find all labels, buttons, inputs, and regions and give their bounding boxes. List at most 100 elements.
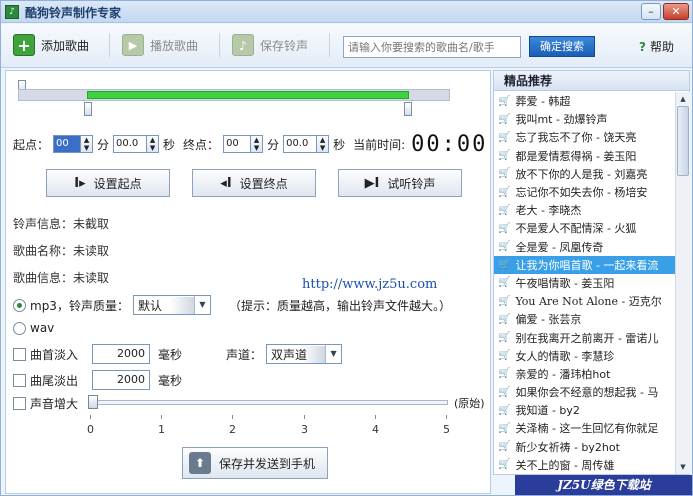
set-end-icon: ◂I [220, 175, 232, 191]
play-song-button[interactable]: ▶ 播放歌曲 [122, 32, 198, 58]
recommend-list-item[interactable]: 🛒 我知道 - by2 [494, 401, 675, 419]
plus-icon: + [13, 34, 35, 56]
volume-boost-checkbox[interactable] [13, 397, 26, 410]
spinner-arrows-icon[interactable]: ▲ ▼ [81, 135, 94, 153]
end-second-value[interactable]: 00.0 [283, 135, 318, 153]
recommend-list-item[interactable]: 🛒 让我为你唱首歌 - 一起来看流 [494, 255, 675, 274]
cart-icon[interactable]: 🛒 [498, 241, 510, 252]
recommend-list-item[interactable]: 🛒 偏爱 - 张芸京 [494, 310, 675, 328]
recommend-list-item[interactable]: 🛒 我叫mt - 劲爆铃声 [494, 110, 675, 128]
set-start-button[interactable]: I▸ 设置起点 [46, 169, 170, 197]
volume-slider-track[interactable] [88, 400, 448, 405]
slider-tick [232, 415, 233, 419]
timeline-track[interactable] [18, 89, 450, 101]
recommend-list-item[interactable]: 🛒 亲爱的 - 潘玮柏hot [494, 365, 675, 383]
cart-icon[interactable]: 🛒 [498, 387, 510, 398]
fade-out-input[interactable]: 2000 [92, 370, 150, 390]
start-marker-handle[interactable] [84, 102, 92, 116]
title-bar: ♪ 酷狗铃声制作专家 – ✕ [1, 1, 692, 23]
search-input[interactable] [343, 36, 521, 58]
recommend-list-item[interactable]: 🛒 全是爱 - 凤凰传奇 [494, 238, 675, 256]
recommend-list-item[interactable]: 🛒 不是爱人不配情深 - 火狐 [494, 219, 675, 237]
start-second-spinner[interactable]: 00.0 ▲ ▼ [113, 135, 160, 153]
recommend-list-item[interactable]: 🛒 别在我离开之前离开 - 雷诺儿 [494, 328, 675, 346]
spinner-arrows-icon[interactable]: ▲ ▼ [147, 135, 160, 153]
set-end-button[interactable]: ◂I 设置终点 [192, 169, 316, 197]
ms-unit: 毫秒 [158, 347, 183, 362]
spinner-arrows-icon[interactable]: ▲ ▼ [251, 135, 264, 153]
mp3-radio[interactable] [13, 298, 26, 312]
cart-icon[interactable]: 🛒 [498, 296, 510, 307]
fade-in-input[interactable]: 2000 [92, 344, 150, 364]
volume-slider-knob[interactable] [88, 395, 98, 409]
cart-icon[interactable]: 🛒 [498, 187, 510, 198]
search-button[interactable]: 确定搜索 [529, 36, 595, 57]
add-song-button[interactable]: + 添加歌曲 [13, 32, 89, 58]
slider-tick-label: 2 [229, 423, 236, 436]
end-second-spinner[interactable]: 00.0 ▲ ▼ [283, 135, 330, 153]
end-minute-spinner[interactable]: 00 ▲ ▼ [223, 135, 264, 153]
minimize-button[interactable]: – [641, 3, 661, 20]
cart-icon[interactable]: 🛒 [498, 168, 510, 179]
start-second-value[interactable]: 00.0 [113, 135, 148, 153]
recommend-list-item[interactable]: 🛒 关泽楠 - 这一生回忆有你就足 [494, 419, 675, 437]
channel-select[interactable]: 双声道 ▼ [266, 344, 343, 364]
cart-icon[interactable]: 🛒 [498, 277, 510, 288]
recommend-item-label: 全是爱 - 凤凰传奇 [515, 240, 604, 254]
add-song-label: 添加歌曲 [41, 38, 90, 53]
recommend-list-item[interactable]: 🛒 新少女祈祷 - by2hot [494, 438, 675, 456]
save-and-send-button[interactable]: ⬆ 保存并发送到手机 [182, 447, 328, 479]
cart-icon[interactable]: 🛒 [498, 423, 510, 434]
recommend-list-item[interactable]: 🛒 午夜唱情歌 - 姜玉阳 [494, 274, 675, 292]
cart-icon[interactable]: 🛒 [498, 405, 510, 416]
save-ringtone-button[interactable]: ♪ 保存铃声 [232, 32, 308, 58]
cart-icon[interactable]: 🛒 [498, 205, 510, 216]
close-button[interactable]: ✕ [663, 3, 689, 20]
set-end-label: 设置终点 [239, 176, 288, 191]
end-marker-handle[interactable] [404, 102, 412, 116]
scrollbar-thumb[interactable] [677, 106, 689, 176]
slider-tick-label: 4 [372, 423, 379, 436]
cart-icon[interactable]: 🛒 [498, 223, 510, 234]
recommend-list-item[interactable]: 🛒 忘了我忘不了你 - 饶天亮 [494, 128, 675, 146]
spinner-arrows-icon[interactable]: ▲ ▼ [317, 135, 330, 153]
cart-icon[interactable]: 🛒 [498, 259, 510, 270]
scroll-down-icon[interactable]: ▼ [677, 461, 689, 473]
cart-icon[interactable]: 🛒 [498, 96, 510, 107]
end-minute-value[interactable]: 00 [223, 135, 252, 153]
cart-icon[interactable]: 🛒 [498, 368, 510, 379]
recommend-scrollbar[interactable]: ▲ ▼ [675, 92, 690, 474]
quality-select[interactable]: 默认 ▼ [132, 295, 211, 315]
recommend-list-item[interactable]: 🛒 女人的情歌 - 李慧珍 [494, 347, 675, 365]
start-minute-value[interactable]: 00 [53, 135, 82, 153]
recommend-list-item[interactable]: 🛒 忘记你不如失去你 - 杨培安 [494, 183, 675, 201]
cart-icon[interactable]: 🛒 [498, 114, 510, 125]
recommend-list-item[interactable]: 🛒 You Are Not Alone - 迈克尔 [494, 292, 675, 310]
cart-icon[interactable]: 🛒 [498, 314, 510, 325]
cart-icon[interactable]: 🛒 [498, 459, 510, 470]
website-url[interactable]: http://www.jz5u.com [302, 277, 437, 292]
cart-icon[interactable]: 🛒 [498, 350, 510, 361]
recommend-list-item[interactable]: 🛒 都是爱情惹得祸 - 姜玉阳 [494, 147, 675, 165]
cart-icon[interactable]: 🛒 [498, 132, 510, 143]
scroll-up-icon[interactable]: ▲ [677, 93, 689, 105]
fade-in-row: 曲首淡入 2000 毫秒 声道： 双声道 ▼ [13, 344, 346, 364]
second-unit: 秒 [333, 137, 346, 152]
slider-tick-label: 1 [158, 423, 165, 436]
recommend-list-item[interactable]: 🛒 如果你会不经意的想起我 - 马 [494, 383, 675, 401]
recommend-list-item[interactable]: 🛒 关不上的窗 - 周传雄 [494, 456, 675, 474]
start-label: 起点： [13, 137, 50, 152]
start-minute-spinner[interactable]: 00 ▲ ▼ [53, 135, 94, 153]
wav-radio[interactable] [13, 321, 26, 335]
fade-in-checkbox[interactable] [13, 347, 26, 361]
recommend-list-item[interactable]: 🛒 放不下你的人是我 - 刘嘉亮 [494, 165, 675, 183]
quality-hint: （提示：质量越高，输出铃声文件越大。） [228, 298, 451, 313]
cart-icon[interactable]: 🛒 [498, 150, 510, 161]
cart-icon[interactable]: 🛒 [498, 441, 510, 452]
fade-out-checkbox[interactable] [13, 373, 26, 387]
cart-icon[interactable]: 🛒 [498, 332, 510, 343]
preview-button[interactable]: ▶I 试听铃声 [338, 169, 462, 197]
help-button[interactable]: ? 帮助 [639, 38, 674, 55]
recommend-list-item[interactable]: 🛒 葬爱 - 韩超 [494, 92, 675, 110]
recommend-list-item[interactable]: 🛒 老大 - 李晓杰 [494, 201, 675, 219]
